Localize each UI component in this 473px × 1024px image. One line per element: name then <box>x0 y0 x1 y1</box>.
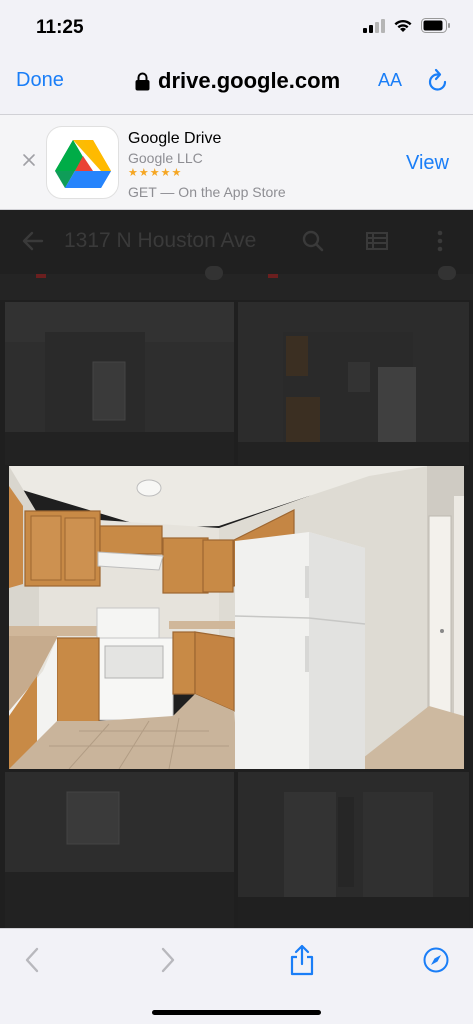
photo-thumbnail[interactable] <box>238 772 469 928</box>
photo-thumbnail[interactable] <box>5 772 234 928</box>
file-menu-icon <box>438 266 456 280</box>
chevron-right-icon <box>161 947 175 973</box>
share-button[interactable] <box>289 944 315 981</box>
kitchen-hallway-photo <box>238 302 469 465</box>
search-button[interactable] <box>302 230 324 257</box>
photo-thumbnail[interactable] <box>238 302 469 465</box>
kitchen-photo-image <box>9 466 464 769</box>
compass-icon <box>423 947 449 973</box>
file-type-icon <box>268 274 278 278</box>
status-bar: 11:25 <box>0 0 473 54</box>
url-text: drive.google.com <box>158 68 341 93</box>
google-drive-app-icon[interactable] <box>46 126 119 199</box>
reader-text-size-button[interactable]: AA <box>378 70 402 91</box>
status-icons <box>363 18 451 33</box>
smart-app-banner: Google Drive Google LLC ★★★★★ GET — On t… <box>0 114 473 210</box>
address-bar[interactable]: drive.google.com <box>135 68 340 94</box>
close-banner-button[interactable] <box>22 151 36 172</box>
cellular-signal-icon <box>363 18 385 33</box>
google-drive-logo-icon <box>54 139 111 188</box>
file-type-icon <box>36 274 46 278</box>
photo-thumbnail[interactable] <box>5 302 234 465</box>
status-time: 11:25 <box>36 17 84 38</box>
file-menu-icon <box>205 266 223 280</box>
drive-image-viewer: 1317 N Houston Ave <box>0 210 473 928</box>
selected-kitchen-photo[interactable] <box>9 466 464 769</box>
closet-doors-photo <box>238 772 469 928</box>
app-developer: Google LLC <box>128 150 203 166</box>
empty-room-photo <box>5 302 234 465</box>
file-label-strip <box>0 266 473 300</box>
browser-back-button[interactable] <box>24 947 40 978</box>
reload-icon <box>428 68 447 91</box>
lock-icon <box>135 72 150 90</box>
home-indicator <box>152 1010 321 1015</box>
battery-icon <box>421 18 450 33</box>
more-vertical-icon <box>437 230 443 252</box>
done-button[interactable]: Done <box>16 69 64 92</box>
viewer-toolbar: 1317 N Houston Ave <box>0 210 473 274</box>
view-in-app-store-button[interactable]: View <box>406 152 449 175</box>
reload-button[interactable] <box>427 68 449 97</box>
chevron-left-icon <box>25 947 39 973</box>
browser-bottom-toolbar <box>0 928 473 1024</box>
open-in-safari-button[interactable] <box>423 947 449 978</box>
more-options-button[interactable] <box>436 230 444 257</box>
app-rating-stars: ★★★★★ <box>128 167 183 179</box>
browser-nav-bar: Done drive.google.com AA <box>0 54 473 114</box>
browser-forward-button[interactable] <box>160 947 176 978</box>
back-arrow-icon <box>22 231 44 251</box>
app-get-text: GET — On the App Store <box>128 184 286 200</box>
search-icon <box>302 230 324 252</box>
wifi-icon <box>394 19 412 32</box>
list-view-icon <box>366 232 388 250</box>
share-icon <box>290 944 314 976</box>
list-view-button[interactable] <box>366 232 388 255</box>
aa-label: AA <box>378 70 403 90</box>
folder-title: 1317 N Houston Ave <box>64 229 257 252</box>
close-icon <box>23 154 35 166</box>
back-button[interactable] <box>22 230 44 257</box>
bedroom-window-photo <box>5 772 234 928</box>
app-name: Google Drive <box>128 130 222 147</box>
